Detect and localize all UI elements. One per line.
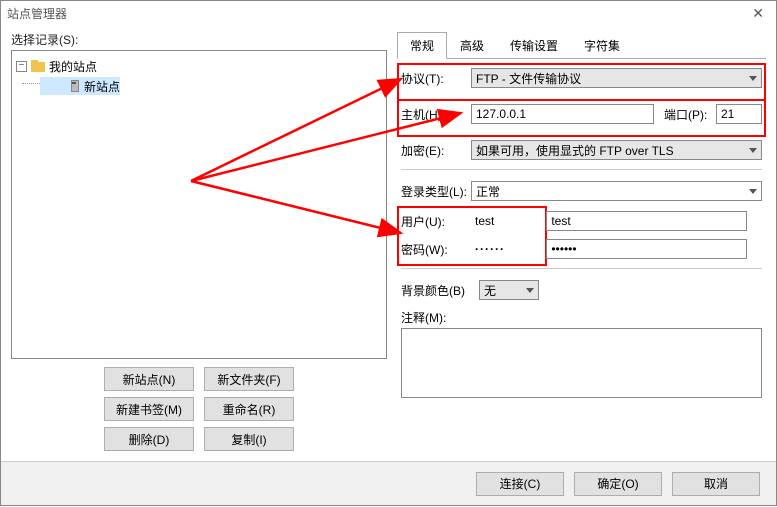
protocol-label: 协议(T):: [401, 70, 471, 87]
port-label: 端口(P):: [664, 106, 712, 123]
footer: 连接(C) 确定(O) 取消: [1, 461, 776, 505]
highlight-protocol: 协议(T): FTP - 文件传输协议: [397, 63, 766, 101]
cancel-button[interactable]: 取消: [672, 472, 760, 496]
comments-label: 注释(M):: [401, 309, 471, 326]
user-label: 用户(U):: [401, 213, 471, 230]
chevron-down-icon: [749, 189, 757, 194]
user-value-preview: test: [475, 214, 494, 228]
logon-type-select[interactable]: 正常: [471, 181, 762, 201]
close-icon[interactable]: ✕: [746, 5, 770, 22]
chevron-down-icon: [749, 148, 757, 153]
tree-item-label: 新站点: [84, 78, 120, 95]
select-record-label: 选择记录(S):: [11, 31, 387, 48]
password-label: 密码(W):: [401, 241, 471, 258]
tab-advanced[interactable]: 高级: [447, 32, 497, 59]
chevron-down-icon: [749, 76, 757, 81]
user-input[interactable]: [546, 211, 747, 231]
copy-button[interactable]: 复制(I): [204, 427, 294, 451]
encryption-value: 如果可用，使用显式的 FTP over TLS: [476, 142, 745, 159]
encryption-select[interactable]: 如果可用，使用显式的 FTP over TLS: [471, 140, 762, 160]
ok-button[interactable]: 确定(O): [574, 472, 662, 496]
rename-button[interactable]: 重命名(R): [204, 397, 294, 421]
bgcolor-value: 无: [484, 282, 522, 299]
tab-bar: 常规 高级 传输设置 字符集: [397, 31, 766, 59]
comments-textarea[interactable]: [401, 328, 762, 398]
tree-line: [22, 83, 40, 84]
bgcolor-label: 背景颜色(B): [401, 282, 479, 299]
tab-transfer[interactable]: 传输设置: [497, 32, 571, 59]
server-icon: [68, 80, 80, 92]
encryption-label: 加密(E):: [401, 142, 471, 159]
host-label: 主机(H):: [401, 106, 471, 123]
folder-icon: [31, 60, 45, 72]
tree-root[interactable]: − 我的站点: [16, 57, 382, 75]
delete-button[interactable]: 删除(D): [104, 427, 194, 451]
site-tree[interactable]: − 我的站点 新站点: [11, 50, 387, 359]
connect-button[interactable]: 连接(C): [476, 472, 564, 496]
protocol-select[interactable]: FTP - 文件传输协议: [471, 68, 762, 88]
host-input[interactable]: [471, 104, 654, 124]
chevron-down-icon: [526, 288, 534, 293]
port-input[interactable]: [716, 104, 762, 124]
tab-general[interactable]: 常规: [397, 32, 447, 59]
new-site-button[interactable]: 新站点(N): [104, 367, 194, 391]
collapse-icon[interactable]: −: [16, 61, 27, 72]
right-panel: 常规 高级 传输设置 字符集 协议(T): FTP - 文件传输协议 主机(H)…: [387, 31, 766, 451]
site-buttons: 新站点(N) 新文件夹(F) 新建书签(M) 重命名(R) 删除(D) 复制(I…: [11, 367, 387, 451]
titlebar: 站点管理器 ✕: [1, 1, 776, 25]
tree-item-selected[interactable]: 新站点: [40, 77, 120, 95]
tab-charset[interactable]: 字符集: [571, 32, 633, 59]
new-folder-button[interactable]: 新文件夹(F): [204, 367, 294, 391]
window-title: 站点管理器: [7, 5, 746, 22]
highlight-host: 主机(H): 端口(P):: [397, 99, 766, 137]
logon-type-value: 正常: [476, 183, 745, 200]
separator: [401, 268, 762, 269]
highlight-credentials: 用户(U): test 密码(W): ······: [397, 206, 547, 266]
protocol-value: FTP - 文件传输协议: [476, 70, 745, 87]
bgcolor-select[interactable]: 无: [479, 280, 539, 300]
password-value-preview: ······: [475, 242, 505, 256]
new-bookmark-button[interactable]: 新建书签(M): [104, 397, 194, 421]
separator: [401, 169, 762, 170]
left-panel: 选择记录(S): − 我的站点 新站点 新站点(N) 新文件夹(F) 新建书签(…: [11, 31, 387, 451]
password-input[interactable]: [546, 239, 747, 259]
tree-root-label: 我的站点: [49, 58, 97, 75]
logon-type-label: 登录类型(L):: [401, 183, 471, 200]
